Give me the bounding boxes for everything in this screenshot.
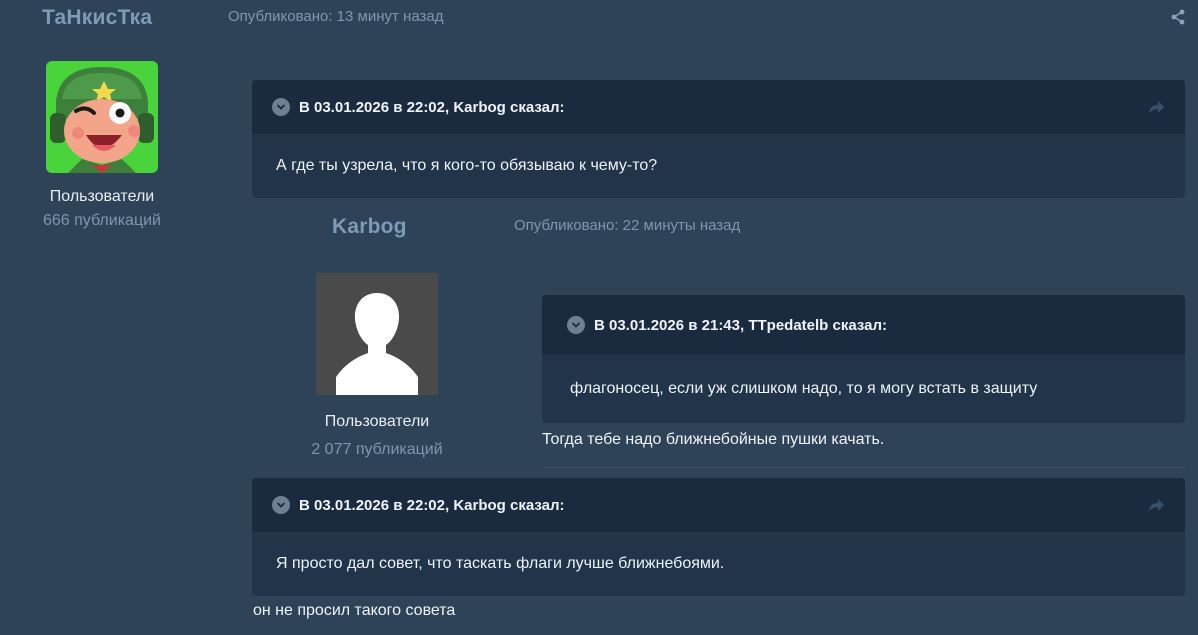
quote-header: В 03.01.2026 в 22:02, Karbog сказал: — [252, 478, 1185, 532]
post-published-time[interactable]: Опубликовано: 22 минуты назад — [514, 217, 740, 234]
user-posts-count: 2 077 публикаций — [311, 441, 443, 458]
post-reply-text: он не просил такого совета — [253, 602, 456, 619]
quote-header: В 03.01.2026 в 21:43, TTpedatelb сказал: — [542, 295, 1185, 355]
quote-author-line[interactable]: В 03.01.2026 в 22:02, Karbog сказал: — [299, 99, 565, 116]
quote-block: В 03.01.2026 в 21:43, TTpedatelb сказал:… — [542, 295, 1185, 423]
quote-text: Я просто дал совет, что таскать флаги лу… — [276, 555, 725, 572]
quote-author-line[interactable]: В 03.01.2026 в 22:02, Karbog сказал: — [299, 497, 565, 514]
post-reply-text: Тогда тебе надо ближнебойные пушки качат… — [542, 431, 885, 448]
chevron-down-icon[interactable] — [567, 316, 585, 334]
chevron-down-icon[interactable] — [272, 496, 290, 514]
quote-text: А где ты узрела, что я кого-то обязываю … — [276, 157, 658, 174]
post-author-name[interactable]: Karbog — [332, 215, 407, 239]
user-avatar[interactable] — [46, 61, 158, 173]
quote-header: В 03.01.2026 в 22:02, Karbog сказал: — [252, 80, 1185, 134]
quote-text: флагоносец, если уж слишком надо, то я м… — [570, 380, 1038, 397]
user-posts-count: 666 публикаций — [43, 212, 161, 229]
user-group: Пользователи — [49, 188, 155, 205]
reply-arrow-icon[interactable] — [1147, 99, 1165, 115]
post-published-time[interactable]: Опубликовано: 13 минут назад — [228, 8, 443, 25]
reply-arrow-icon[interactable] — [1147, 497, 1165, 513]
post-author-name[interactable]: ТаНкисТка — [42, 6, 152, 30]
user-avatar[interactable] — [316, 273, 438, 395]
quote-author-line[interactable]: В 03.01.2026 в 21:43, TTpedatelb сказал: — [594, 317, 887, 334]
cartoon-soldier-avatar-icon — [46, 61, 158, 173]
post-divider — [542, 467, 1185, 468]
quote-block: В 03.01.2026 в 22:02, Karbog сказал: Я п… — [252, 478, 1185, 596]
quote-block: В 03.01.2026 в 22:02, Karbog сказал: А г… — [252, 80, 1185, 198]
chevron-down-icon[interactable] — [272, 98, 290, 116]
default-user-silhouette-icon — [316, 273, 438, 395]
share-icon[interactable] — [1170, 9, 1186, 25]
user-group: Пользователи — [324, 413, 430, 430]
